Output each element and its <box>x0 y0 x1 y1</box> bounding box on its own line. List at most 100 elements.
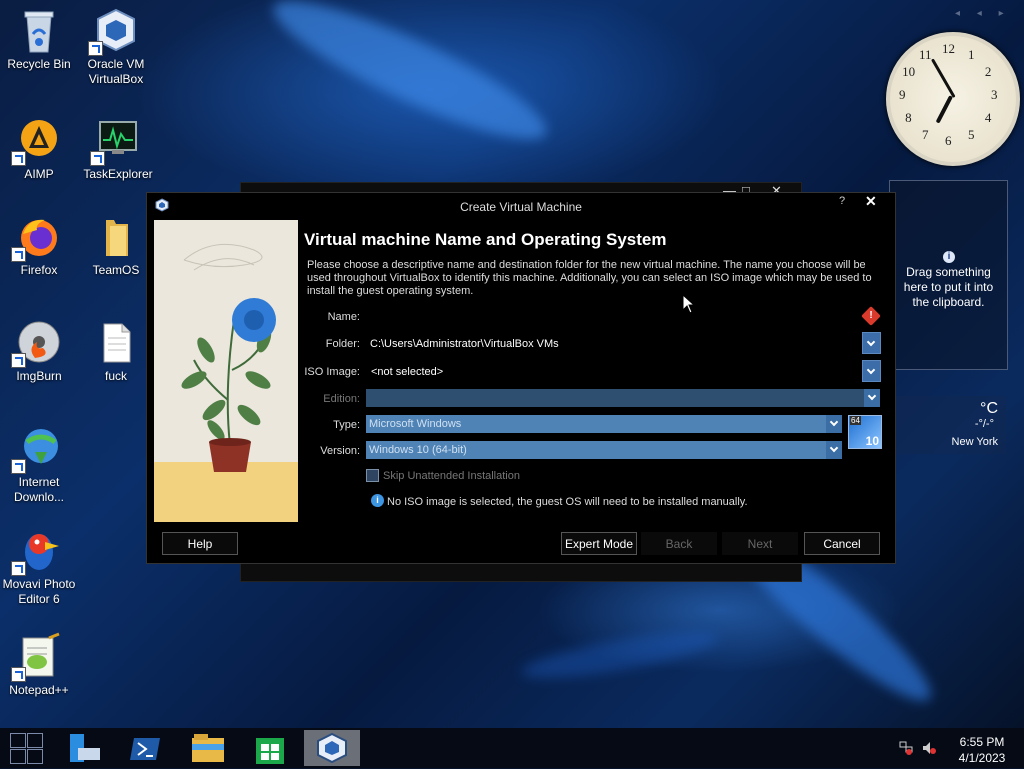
name-label: Name: <box>327 311 360 323</box>
windows-10-os-icon: 64 10 <box>848 415 882 449</box>
volume-muted-icon[interactable] <box>922 741 936 755</box>
clock-time: 6:55 PM <box>959 735 1005 749</box>
skip-unattended-label: Skip Unattended Installation <box>383 470 520 482</box>
weather-temperature: °C <box>980 400 998 417</box>
desktop-icon-taskexplorer[interactable]: TaskExplorer <box>80 116 156 182</box>
desktop-icon-recycle-bin[interactable]: Recycle Bin <box>1 6 77 72</box>
wallpaper-beam <box>518 622 722 688</box>
taskbar: 6:55 PM 4/1/2023 <box>0 728 1024 768</box>
internet-download-manager-icon <box>11 424 63 474</box>
shortcut-arrow-icon <box>11 561 26 576</box>
folder-field[interactable]: C:\Users\Administrator\VirtualBox VMs <box>370 338 850 350</box>
create-vm-dialog: Create Virtual Machine ? ✕ Virtual machi… <box>146 192 896 564</box>
desktop-icon-teamos[interactable]: TeamOS <box>78 212 154 278</box>
skip-unattended-checkbox[interactable] <box>366 469 379 482</box>
taskbar-file-explorer[interactable] <box>180 730 236 766</box>
clipboard-gadget[interactable]: i Drag something here to put it into the… <box>889 180 1008 370</box>
type-combobox[interactable]: Microsoft Windows <box>366 415 842 433</box>
store-icon <box>256 738 284 764</box>
help-button[interactable]: Help <box>162 532 238 555</box>
firefox-icon <box>11 212 63 262</box>
desktop-icon-virtualbox[interactable]: Oracle VM VirtualBox <box>78 6 154 87</box>
version-combobox[interactable]: Windows 10 (64-bit) <box>366 441 842 459</box>
recycle-bin-icon <box>15 6 63 54</box>
imgburn-icon <box>11 318 63 368</box>
info-icon: i <box>371 494 384 507</box>
taskbar-store[interactable] <box>242 730 298 766</box>
context-help-button[interactable]: ? <box>839 195 845 207</box>
shortcut-arrow-icon <box>11 459 26 474</box>
weather-city: New York <box>951 436 998 448</box>
clock-number: 4 <box>984 110 992 125</box>
dialog-title: Create Virtual Machine <box>460 200 582 214</box>
shortcut-arrow-icon <box>11 353 26 368</box>
page-description: Please choose a descriptive name and des… <box>307 259 872 297</box>
type-value: Microsoft Windows <box>369 418 462 430</box>
weather-gadget[interactable]: °C -°/-° New York <box>889 396 1006 454</box>
taskbar-powershell[interactable] <box>118 730 174 766</box>
clock-hour-hand <box>935 95 953 124</box>
shortcut-arrow-icon <box>88 41 103 56</box>
iso-image-label: ISO Image: <box>304 366 360 378</box>
chevron-down-icon <box>826 415 842 433</box>
folder-label: Folder: <box>325 338 360 350</box>
notepad-plus-plus-icon <box>11 632 63 682</box>
shortcut-arrow-icon <box>11 247 26 262</box>
taskbar-virtualbox[interactable] <box>304 730 360 766</box>
clock-number: 2 <box>984 64 992 79</box>
desktop-icon-idm[interactable]: Internet Downlo... <box>1 424 77 505</box>
name-field[interactable] <box>370 311 850 325</box>
expert-mode-button[interactable]: Expert Mode <box>561 532 637 555</box>
task-explorer-icon <box>90 116 142 166</box>
clock-number: 1 <box>968 47 975 63</box>
folder-dropdown-button[interactable] <box>862 332 881 354</box>
clipboard-hint: Drag something here to put it into the c… <box>903 265 994 309</box>
desktop-icon-notepad-plus-plus[interactable]: Notepad++ <box>1 632 77 698</box>
iso-image-field[interactable]: <not selected> <box>371 366 851 378</box>
desktop-icon-movavi[interactable]: Movavi Photo Editor 6 <box>1 526 77 607</box>
clock-number: 3 <box>991 87 998 102</box>
desktop: Recycle Bin Oracle VM VirtualBox AIMP Ta… <box>0 0 1024 728</box>
edition-label: Edition: <box>323 393 360 405</box>
virtualbox-icon <box>88 6 140 56</box>
folder-icon <box>92 212 140 260</box>
desktop-icon-firefox[interactable]: Firefox <box>1 212 77 278</box>
virtualbox-icon <box>317 732 347 764</box>
page-heading: Virtual machine Name and Operating Syste… <box>304 230 667 249</box>
start-tile <box>27 749 43 764</box>
clock-number: 7 <box>922 126 929 142</box>
shortcut-arrow-icon <box>90 151 105 166</box>
desktop-icon-imgburn[interactable]: ImgBurn <box>1 318 77 384</box>
weather-condition: -°/-° <box>974 418 994 430</box>
edition-combobox[interactable] <box>366 389 880 407</box>
close-button[interactable]: ✕ <box>865 193 877 210</box>
warning-icon: ! <box>861 306 881 326</box>
clock-minute-hand <box>931 58 956 98</box>
start-button[interactable] <box>10 733 44 765</box>
clock-number: 8 <box>905 110 912 125</box>
clock-gadget: 12 1 2 3 4 5 6 7 8 9 10 11 <box>886 32 1020 166</box>
chevron-down-icon <box>826 441 842 459</box>
start-tile <box>10 749 26 764</box>
clock-number: 9 <box>899 87 906 102</box>
sidebar-nav-arrows[interactable]: ◂ ◂ ▸ <box>955 8 1011 19</box>
shortcut-arrow-icon <box>11 151 26 166</box>
taskbar-task-view[interactable] <box>58 730 114 766</box>
system-clock[interactable]: 6:55 PM 4/1/2023 <box>952 734 1012 766</box>
desktop-icon-aimp[interactable]: AIMP <box>1 116 77 182</box>
next-button[interactable]: Next <box>722 532 798 555</box>
back-button[interactable]: Back <box>641 532 717 555</box>
file-explorer-icon <box>192 734 224 762</box>
iso-image-dropdown-button[interactable] <box>862 360 881 382</box>
cancel-button[interactable]: Cancel <box>804 532 880 555</box>
type-label: Type: <box>333 419 360 431</box>
clock-number: 12 <box>942 41 955 56</box>
network-icon[interactable] <box>899 741 913 755</box>
dialog-titlebar[interactable]: Create Virtual Machine ? ✕ <box>147 193 895 219</box>
info-icon: i <box>943 251 955 263</box>
desktop-icon-fuck[interactable]: fuck <box>78 318 154 384</box>
powershell-icon <box>130 738 160 760</box>
mouse-cursor-icon <box>682 294 696 314</box>
shortcut-arrow-icon <box>11 667 26 682</box>
iso-hint-text: No ISO image is selected, the guest OS w… <box>387 496 748 508</box>
